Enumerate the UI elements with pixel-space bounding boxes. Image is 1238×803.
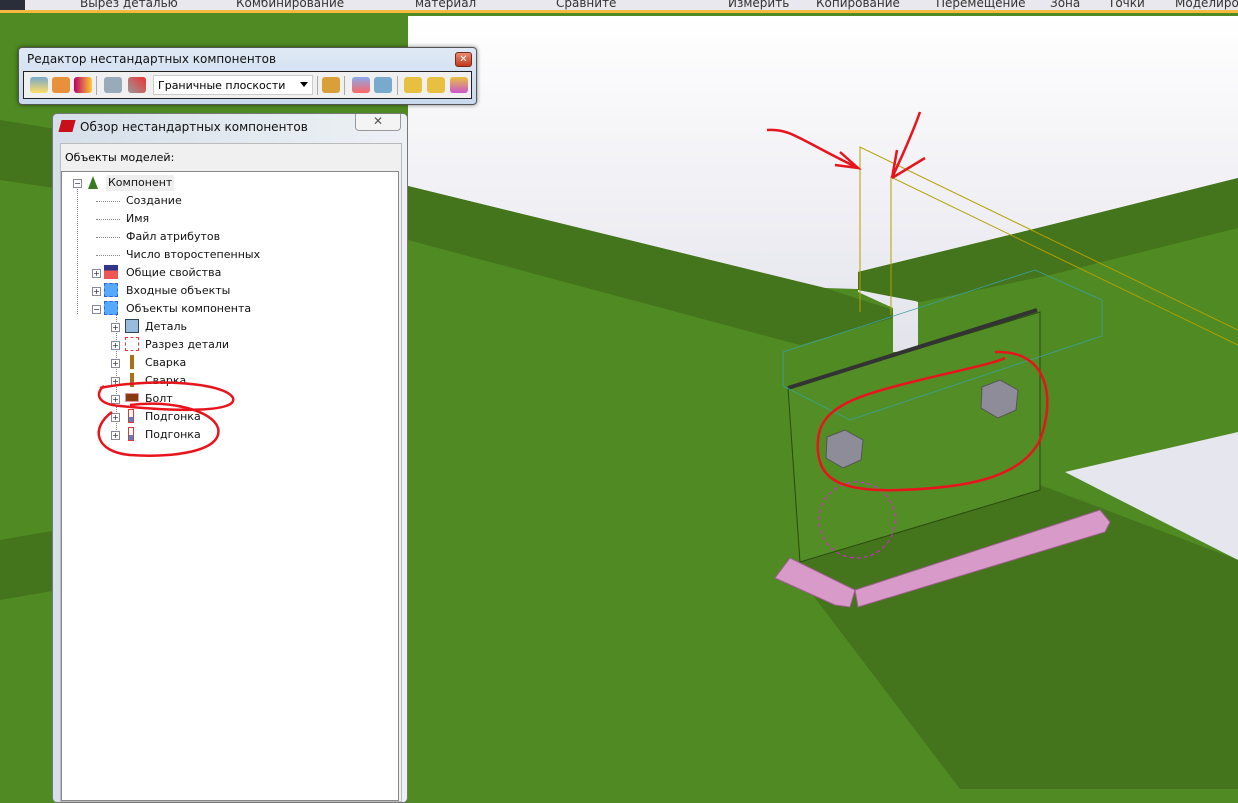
component-objects-icon [104,301,118,315]
expand-icon[interactable]: + [111,341,120,350]
tree-node-component[interactable]: Компонент [106,175,175,191]
tree-node-general[interactable]: Общие свойства [126,265,221,281]
ribbon-compare[interactable]: Сравните [556,0,616,10]
tree-line [77,184,78,314]
add-construction-line-icon[interactable] [52,77,70,93]
tree-node-creation[interactable]: Создание [126,193,182,209]
ribbon-move[interactable]: Перемещение [936,0,1026,10]
browser-close-button[interactable]: ✕ [355,114,401,131]
tree-line [96,219,120,220]
collapse-icon[interactable]: − [73,179,82,188]
tree-line [96,255,120,256]
separator [317,76,318,95]
ribbon-measure[interactable]: Измерить [728,0,789,10]
separator [344,76,345,95]
chevron-down-icon [300,82,308,87]
general-properties-icon [104,265,118,279]
ribbon-left-edge [0,0,25,10]
editor-close-button[interactable]: ✕ [455,52,472,67]
tree-node-part-cut[interactable]: Разрез детали [145,337,229,353]
weld-icon [130,373,134,387]
weld-icon [130,355,134,369]
editor-toolbar: Граничные плоскости [23,71,472,99]
ribbon-zone[interactable]: Зона [1050,0,1080,10]
browser-content: Объекты моделей: − Компонент Создание Им… [60,143,402,802]
bolt-icon [125,393,139,402]
tree-node-part[interactable]: Деталь [145,319,187,335]
ribbon-copy[interactable]: Копирование [816,0,900,10]
save-component-icon[interactable] [404,77,422,93]
browser-title: Обзор нестандартных компонентов [80,120,308,134]
model-objects-label: Объекты моделей: [65,151,175,164]
main-ribbon: Вырез деталью Комбинирование материал Ср… [0,0,1238,13]
expand-icon[interactable]: + [111,395,120,404]
ribbon-points[interactable]: Точки [1108,0,1145,10]
separator [397,76,398,95]
tree-node-fitting[interactable]: Подгонка [145,427,201,443]
tree-line [96,237,120,238]
tree-node-bolt[interactable]: Болт [145,391,173,407]
browser-app-icon [58,120,76,132]
ribbon-combine[interactable]: Комбинирование [236,0,344,10]
hierarchy-icon[interactable] [374,77,392,93]
expand-icon[interactable]: + [92,287,101,296]
tree-node-inputs[interactable]: Входные объекты [126,283,230,299]
custom-component-browser: Обзор нестандартных компонентов ✕ Объект… [52,113,408,803]
save-as-component-icon[interactable] [427,77,445,93]
expand-icon[interactable]: + [111,431,120,440]
custom-component-editor-toolbar: Редактор нестандартных компонентов ✕ Гра… [18,47,477,105]
check-component-icon[interactable] [322,77,340,93]
part-icon [125,319,139,333]
plane-type-value: Граничные плоскости [158,79,286,92]
expand-icon[interactable]: + [111,359,120,368]
expand-icon[interactable]: + [111,413,120,422]
fitting-icon [128,409,134,423]
ribbon-modeling[interactable]: Моделиро [1175,0,1238,10]
tree-node-objects[interactable]: Объекты компонента [126,301,251,317]
plane-type-select[interactable]: Граничные плоскости [153,75,313,95]
plane-icon[interactable] [104,77,122,93]
separator [96,76,97,95]
input-objects-icon [104,283,118,297]
component-icon [88,176,98,189]
tree-node-attr-file[interactable]: Файл атрибутов [126,229,220,245]
tree-node-weld[interactable]: Сварка [145,355,186,371]
part-cut-icon [125,337,139,351]
tree-node-fitting[interactable]: Подгонка [145,409,201,425]
test-icon[interactable] [352,77,370,93]
tree-node-name[interactable]: Имя [126,211,149,227]
tree-line [96,201,120,202]
tree-node-secondary-count[interactable]: Число второстепенных [126,247,260,263]
add-boundary-box-icon[interactable] [74,77,92,93]
component-tree[interactable]: − Компонент Создание Имя Файл атрибутов … [61,171,399,801]
expand-icon[interactable]: + [111,377,120,386]
fitting-icon [128,427,134,441]
add-plane-icon[interactable] [30,77,48,93]
expand-icon[interactable]: + [111,323,120,332]
tree-node-weld[interactable]: Сварка [145,373,186,389]
editor-title: Редактор нестандартных компонентов [27,52,277,66]
collapse-icon[interactable]: − [92,305,101,314]
ribbon-cut-part[interactable]: Вырез деталью [80,0,178,10]
ribbon-material[interactable]: материал [415,0,476,10]
line-icon[interactable] [128,77,146,93]
close-editor-icon[interactable] [450,77,468,93]
expand-icon[interactable]: + [92,269,101,278]
